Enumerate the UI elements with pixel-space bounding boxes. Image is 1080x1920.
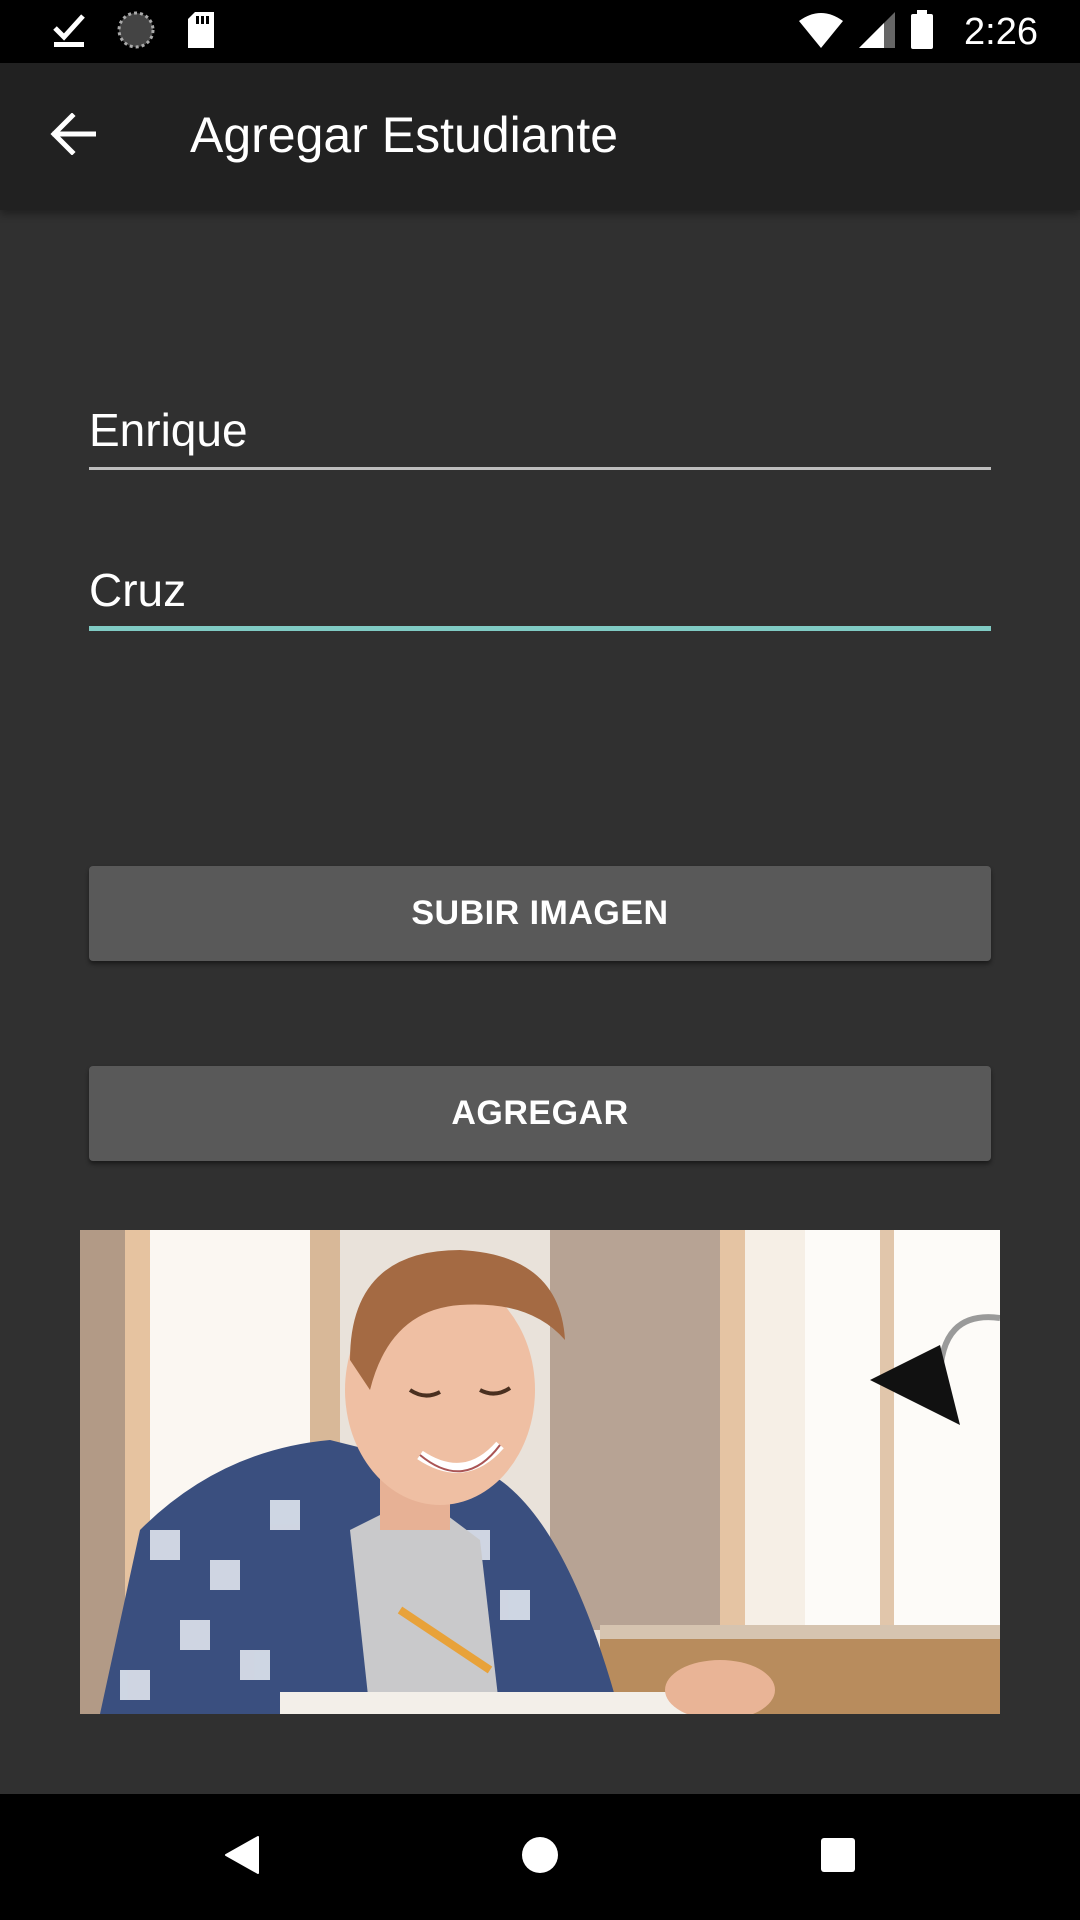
app-bar: Agregar Estudiante bbox=[0, 63, 1080, 210]
download-done-icon bbox=[52, 12, 86, 53]
status-bar-system: 2:26 bbox=[798, 8, 1038, 56]
first-name-underline bbox=[89, 467, 991, 470]
last-name-underline-focused bbox=[89, 626, 991, 631]
back-triangle-icon bbox=[224, 1835, 260, 1880]
add-student-button[interactable]: AGREGAR bbox=[89, 1066, 991, 1161]
arrow-back-icon bbox=[50, 111, 97, 160]
nav-home-button[interactable] bbox=[507, 1824, 573, 1890]
status-bar-notifications bbox=[52, 10, 216, 54]
first-name-value: Enrique bbox=[89, 404, 248, 456]
screen: 2:26 Agregar Estudiante Enrique Cruz SUB… bbox=[0, 0, 1080, 1920]
last-name-field[interactable]: Cruz bbox=[89, 563, 991, 633]
nav-back-button[interactable] bbox=[209, 1824, 275, 1890]
upload-image-button[interactable]: SUBIR IMAGEN bbox=[89, 866, 991, 961]
student-photo bbox=[80, 1230, 1000, 1714]
page-title: Agregar Estudiante bbox=[190, 107, 619, 163]
last-name-value: Cruz bbox=[89, 564, 187, 616]
navigation-bar bbox=[0, 1794, 1080, 1920]
sd-card-icon bbox=[186, 11, 216, 54]
clock-time: 2:26 bbox=[964, 10, 1038, 53]
status-bar: 2:26 bbox=[0, 0, 1080, 63]
sync-icon bbox=[116, 10, 156, 55]
recents-square-icon bbox=[820, 1837, 856, 1878]
first-name-field[interactable]: Enrique bbox=[89, 403, 991, 473]
battery-icon bbox=[910, 9, 934, 55]
signal-icon bbox=[858, 11, 896, 54]
home-circle-icon bbox=[520, 1835, 560, 1880]
wifi-icon bbox=[798, 11, 844, 54]
nav-recents-button[interactable] bbox=[805, 1824, 871, 1890]
back-button[interactable] bbox=[40, 103, 106, 169]
